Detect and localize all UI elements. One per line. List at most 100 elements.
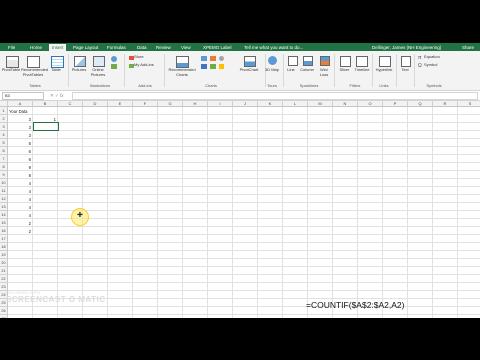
row-header-17[interactable]: 17 [0, 235, 8, 243]
share-button[interactable]: Share [462, 44, 474, 51]
gridline-horizontal [8, 250, 480, 251]
column-header-R[interactable]: R [433, 101, 458, 107]
sparkline-winloss-button[interactable]: Win/ Loss [316, 67, 332, 77]
column-header-H[interactable]: H [183, 101, 208, 107]
cell-a10[interactable]: 4 [9, 180, 31, 187]
cell-a12[interactable]: 4 [9, 196, 31, 203]
gridline-horizontal [8, 186, 480, 187]
column-header-S[interactable]: S [458, 101, 480, 107]
group-addins-label: Add-ins [138, 83, 152, 88]
fx-icon[interactable]: ✕ ✓ fx [50, 92, 64, 99]
row-header-9[interactable]: 9 [0, 171, 8, 179]
equation-button[interactable]: Equation [424, 54, 448, 60]
pivottable-button[interactable]: PivotTable [1, 67, 21, 73]
row-header-10[interactable]: 10 [0, 179, 8, 187]
row-header-5[interactable]: 5 [0, 139, 8, 147]
row-header-20[interactable]: 20 [0, 259, 8, 267]
column-header-F[interactable]: F [133, 101, 158, 107]
sparkline-column-button[interactable]: Column [298, 67, 316, 73]
row-header-1[interactable]: 1 [0, 107, 8, 115]
column-header-A[interactable]: A [8, 101, 33, 107]
row-header-12[interactable]: 12 [0, 195, 8, 203]
row-header-19[interactable]: 19 [0, 251, 8, 259]
row-header-6[interactable]: 6 [0, 147, 8, 155]
cell-a11[interactable]: 4 [9, 188, 31, 195]
tab-insert[interactable]: Insert [49, 44, 67, 51]
column-header-O[interactable]: O [358, 101, 383, 107]
3d-map-button[interactable]: 3D Map [264, 67, 280, 73]
row-header-27[interactable]: 27 [0, 315, 8, 318]
my-addins-button[interactable]: My Add-ins [134, 62, 160, 68]
row-header-11[interactable]: 11 [0, 187, 8, 195]
column-header-B[interactable]: B [33, 101, 58, 107]
symbol-button[interactable]: Symbol [424, 62, 448, 68]
slicer-button[interactable]: Slicer [336, 67, 353, 73]
row-header-21[interactable]: 21 [0, 267, 8, 275]
name-box[interactable]: B3 [2, 92, 44, 100]
recommended-pivottables-button[interactable]: Recommended PivotTables [21, 67, 48, 77]
hyperlink-button[interactable]: Hyperlink [373, 67, 395, 73]
formula-input[interactable] [72, 92, 478, 100]
cell-a4[interactable]: 3 [9, 132, 31, 139]
column-header-K[interactable]: K [258, 101, 283, 107]
column-header-N[interactable]: N [333, 101, 358, 107]
row-header-22[interactable]: 22 [0, 275, 8, 283]
tab-home[interactable]: Home [30, 44, 42, 51]
column-header-I[interactable]: I [208, 101, 233, 107]
row-header-2[interactable]: 2 [0, 115, 8, 123]
column-header-E[interactable]: E [108, 101, 133, 107]
row-header-16[interactable]: 16 [0, 227, 8, 235]
tell-me-search[interactable]: Tell me what you want to do... [244, 44, 303, 51]
cell-a7[interactable]: 6 [9, 156, 31, 163]
row-header-4[interactable]: 4 [0, 131, 8, 139]
tab-page-layout[interactable]: Page Layout [73, 44, 98, 51]
row-header-26[interactable]: 26 [0, 307, 8, 315]
row-header-13[interactable]: 13 [0, 203, 8, 211]
row-header-15[interactable]: 15 [0, 219, 8, 227]
cell-a14[interactable]: 4 [9, 212, 31, 219]
column-header-C[interactable]: C [58, 101, 83, 107]
pivotchart-button[interactable]: PivotChart [236, 67, 262, 73]
cell-a13[interactable]: 4 [9, 204, 31, 211]
column-header-G[interactable]: G [158, 101, 183, 107]
tab-xpemo-label[interactable]: XPEMO Label [203, 44, 232, 51]
tab-data[interactable]: Data [137, 44, 147, 51]
row-header-18[interactable]: 18 [0, 243, 8, 251]
cell-a5[interactable]: 5 [9, 140, 31, 147]
column-header-Q[interactable]: Q [408, 101, 433, 107]
cell-a8[interactable]: 9 [9, 164, 31, 171]
gridline-horizontal [8, 242, 480, 243]
table-button[interactable]: Table [47, 67, 65, 73]
recommended-charts-button[interactable]: Recommended Charts [166, 67, 198, 77]
timeline-button[interactable]: Timeline [352, 67, 372, 73]
column-header-P[interactable]: P [383, 101, 408, 107]
row-header-14[interactable]: 14 [0, 211, 8, 219]
pictures-button[interactable]: Pictures [70, 67, 88, 73]
cell-a6[interactable]: 6 [9, 148, 31, 155]
cell-a3[interactable]: 3 [9, 124, 31, 131]
text-button[interactable]: Text [398, 67, 412, 73]
column-header-D[interactable]: D [83, 101, 108, 107]
row-header-7[interactable]: 7 [0, 155, 8, 163]
cell-a15[interactable]: 2 [9, 220, 31, 227]
worksheet-grid[interactable]: ABCDEFGHIJKLMNOPQRST12345678910111213141… [0, 101, 480, 318]
column-header-M[interactable]: M [308, 101, 333, 107]
online-pictures-button[interactable]: Online Pictures [88, 67, 108, 77]
tab-review[interactable]: Review [156, 44, 171, 51]
cell-a1-header[interactable]: Your Data [9, 108, 31, 115]
column-header-L[interactable]: L [283, 101, 308, 107]
cell-a9[interactable]: 8 [9, 172, 31, 179]
tab-view[interactable]: View [181, 44, 191, 51]
tab-formulas[interactable]: Formulas [107, 44, 126, 51]
active-cell-selection[interactable] [33, 122, 59, 131]
cell-a16[interactable]: 2 [9, 228, 31, 235]
row-header-8[interactable]: 8 [0, 163, 8, 171]
store-button[interactable]: Store [134, 54, 148, 60]
sparkline-line-button[interactable]: Line [284, 67, 298, 73]
row-header-3[interactable]: 3 [0, 123, 8, 131]
sparkline-line-icon [288, 56, 298, 66]
tab-file[interactable]: File [8, 44, 15, 51]
cell-a2[interactable]: 3 [9, 116, 31, 123]
column-header-J[interactable]: J [233, 101, 258, 107]
gridline-horizontal [8, 202, 480, 203]
